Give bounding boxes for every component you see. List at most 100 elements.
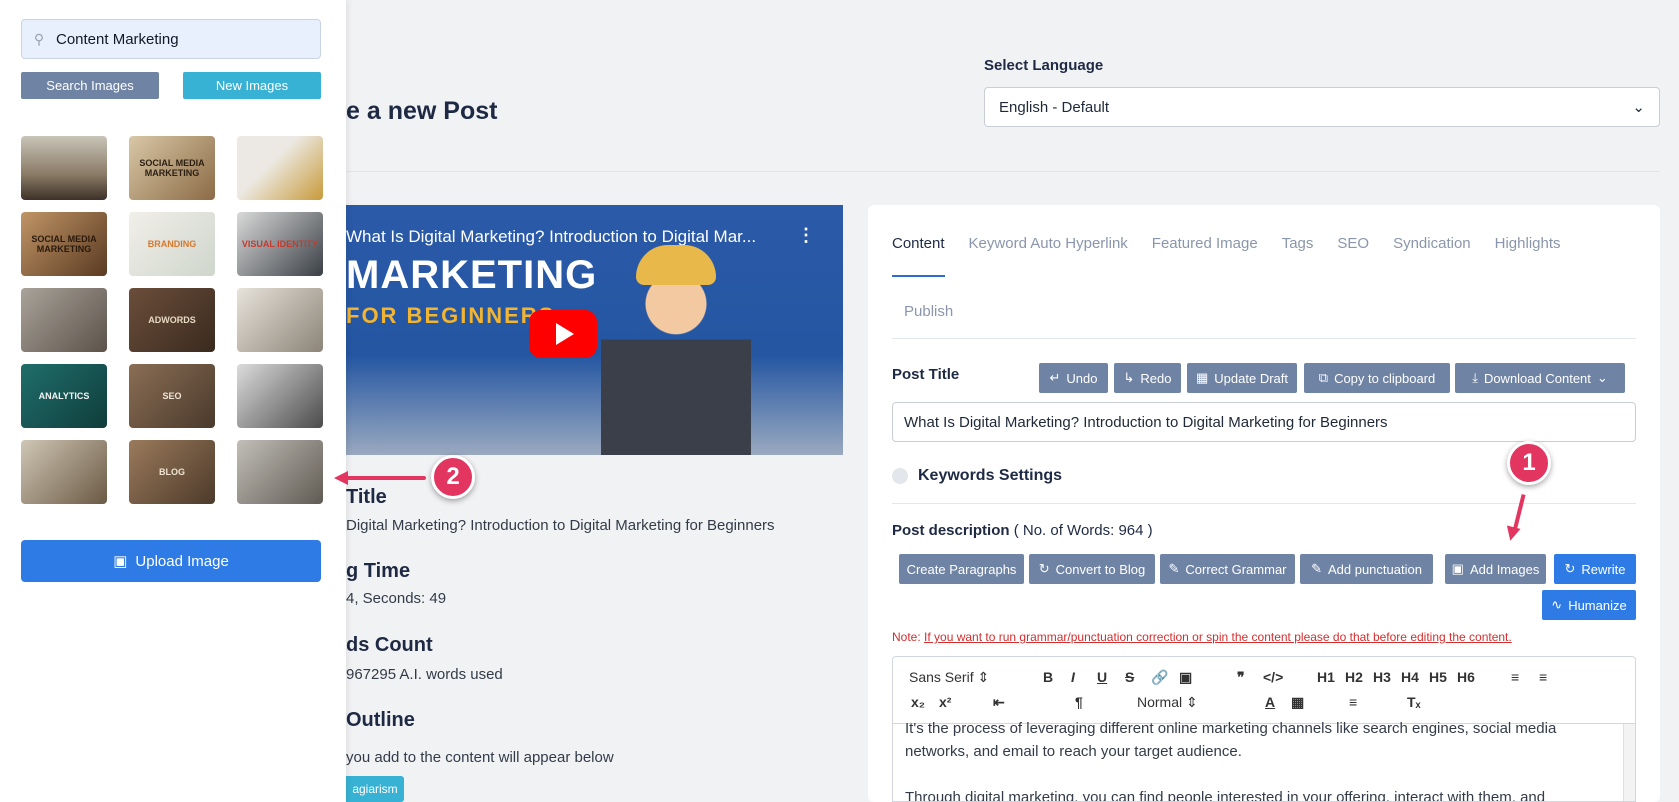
bold-icon[interactable]: B <box>1043 669 1053 685</box>
link-icon[interactable]: 🔗 <box>1151 669 1168 686</box>
tab-publish[interactable]: Publish <box>904 303 953 320</box>
image-thumbnail[interactable] <box>237 288 323 352</box>
info-words-value: 967295 A.I. words used <box>346 666 503 683</box>
note-link[interactable]: If you want to run grammar/punctuation c… <box>924 630 1512 644</box>
word-count: ( No. of Words: 964 ) <box>1013 522 1153 539</box>
tab-content[interactable]: Content <box>892 235 945 277</box>
post-title-input[interactable]: What Is Digital Marketing? Introduction … <box>892 402 1636 442</box>
image-thumbnail[interactable]: ADWORDS <box>129 288 215 352</box>
tab-syndication[interactable]: Syndication <box>1393 235 1471 289</box>
background-color-icon[interactable]: ▦ <box>1291 694 1304 711</box>
image-icon[interactable]: ▣ <box>1179 669 1192 686</box>
h5-icon[interactable]: H5 <box>1429 669 1447 685</box>
image-thumbnail[interactable] <box>21 288 107 352</box>
image-thumbnail[interactable]: BLOG <box>129 440 215 504</box>
keywords-checkbox[interactable] <box>892 468 908 484</box>
image-thumbnail[interactable]: SOCIAL MEDIA MARKETING <box>129 136 215 200</box>
video-title[interactable]: What Is Digital Marketing? Introduction … <box>346 227 786 247</box>
editor-paragraph: It's the process of leveraging different… <box>905 720 1557 737</box>
h3-icon[interactable]: H3 <box>1373 669 1391 685</box>
editor-content[interactable]: It's the process of leveraging different… <box>905 717 1605 801</box>
italic-icon[interactable]: I <box>1071 669 1075 685</box>
copy-label: Copy to clipboard <box>1334 370 1436 386</box>
underline-icon[interactable]: U <box>1097 669 1107 685</box>
download-content-button[interactable]: ⤓ Download Content ⌄ <box>1455 363 1625 393</box>
image-thumbnail[interactable] <box>237 440 323 504</box>
text-size-select[interactable]: Normal ⇕ <box>1137 694 1198 711</box>
editor-tabs: Content Keyword Auto Hyperlink Featured … <box>892 235 1612 289</box>
image-thumbnail[interactable] <box>21 136 107 200</box>
play-icon[interactable] <box>529 310 597 358</box>
create-paragraphs-button[interactable]: Create Paragraphs <box>899 554 1024 584</box>
update-draft-button[interactable]: ▦ Update Draft <box>1187 363 1297 393</box>
language-select[interactable]: English - Default ⌄ <box>984 87 1660 127</box>
subscript-icon[interactable]: x₂ <box>911 694 925 710</box>
info-outline-text: you add to the content will appear below <box>346 749 614 766</box>
copy-to-clipboard-button[interactable]: ⧉ Copy to clipboard <box>1304 363 1450 393</box>
redo-button[interactable]: ↳ Redo <box>1114 363 1181 393</box>
youtube-video[interactable]: What Is Digital Marketing? Introduction … <box>346 205 843 455</box>
h4-icon[interactable]: H4 <box>1401 669 1419 685</box>
image-thumbnail[interactable]: SOCIAL MEDIA MARKETING <box>21 212 107 276</box>
ordered-list-icon[interactable]: ≡ <box>1511 669 1519 685</box>
image-thumbnail[interactable]: SEO <box>129 364 215 428</box>
text-color-icon[interactable]: A <box>1265 694 1275 710</box>
undo-button[interactable]: ↵ Undo <box>1039 363 1108 393</box>
rich-text-editor[interactable]: Sans Serif ⇕ B I U S 🔗 ▣ ❞ </> H1 H2 H3 … <box>892 656 1636 802</box>
add-punctuation-button[interactable]: ✎ Add punctuation <box>1300 554 1433 584</box>
clear-format-icon[interactable]: Tₓ <box>1407 694 1421 710</box>
correct-grammar-button[interactable]: ✎ Correct Grammar <box>1160 554 1295 584</box>
bullet-list-icon[interactable]: ≡ <box>1539 669 1547 685</box>
blockquote-icon[interactable]: ❞ <box>1237 669 1245 686</box>
editor-card: Content Keyword Auto Hyperlink Featured … <box>868 205 1660 802</box>
language-value: English - Default <box>999 98 1110 116</box>
more-vertical-icon[interactable]: ⋮ <box>797 225 815 246</box>
pen-icon: ✎ <box>1311 561 1322 576</box>
plagiarism-button[interactable]: agiarism <box>346 776 404 802</box>
outdent-icon[interactable]: ⇤ <box>993 694 1005 711</box>
image-thumbnail[interactable]: ANALYTICS <box>21 364 107 428</box>
chevron-down-icon: ⌄ <box>1632 99 1645 116</box>
image-thumbnail[interactable] <box>21 440 107 504</box>
image-search-input[interactable]: ⚲ Content Marketing <box>21 19 321 59</box>
strike-icon[interactable]: S <box>1125 669 1134 685</box>
update-draft-label: Update Draft <box>1214 370 1288 386</box>
code-icon[interactable]: </> <box>1263 669 1283 685</box>
convert-label: Convert to Blog <box>1055 561 1146 577</box>
superscript-icon[interactable]: x² <box>939 694 951 710</box>
tab-featured-image[interactable]: Featured Image <box>1152 235 1258 289</box>
h1-icon[interactable]: H1 <box>1317 669 1335 685</box>
convert-to-blog-button[interactable]: ↻ Convert to Blog <box>1029 554 1155 584</box>
image-grid: SOCIAL MEDIA MARKETING SOCIAL MEDIA MARK… <box>21 136 323 504</box>
text-direction-icon[interactable]: ¶ <box>1075 694 1083 710</box>
rewrite-button[interactable]: ↻ Rewrite <box>1554 554 1636 584</box>
redo-label: Redo <box>1140 370 1172 386</box>
h6-icon[interactable]: H6 <box>1457 669 1475 685</box>
new-images-button[interactable]: New Images <box>183 72 321 99</box>
info-words-heading: ds Count <box>346 634 433 656</box>
keywords-settings-toggle[interactable]: Keywords Settings <box>892 467 1062 485</box>
correct-grammar-label: Correct Grammar <box>1185 561 1287 577</box>
font-family-select[interactable]: Sans Serif ⇕ <box>909 669 989 686</box>
tab-seo[interactable]: SEO <box>1337 235 1369 289</box>
tab-keyword-auto-hyperlink[interactable]: Keyword Auto Hyperlink <box>969 235 1128 289</box>
annotation-badge-1: 1 <box>1507 441 1551 485</box>
search-images-button[interactable]: Search Images <box>21 72 159 99</box>
image-thumbnail[interactable]: BRANDING <box>129 212 215 276</box>
image-thumbnail[interactable] <box>237 136 323 200</box>
align-icon[interactable]: ≡ <box>1349 694 1357 710</box>
undo-label: Undo <box>1066 370 1098 386</box>
image-thumbnail[interactable]: VISUAL IDENTITY <box>237 212 323 276</box>
humanize-button[interactable]: ∿ Humanize <box>1542 590 1636 620</box>
tab-highlights[interactable]: Highlights <box>1495 235 1561 289</box>
tabs-divider <box>892 338 1636 339</box>
editor-paragraph: networks, and email to reach your target… <box>905 743 1242 760</box>
tab-tags[interactable]: Tags <box>1282 235 1314 289</box>
refresh-icon: ↻ <box>1564 561 1576 576</box>
editor-scrollbar[interactable] <box>1623 724 1635 801</box>
h2-icon[interactable]: H2 <box>1345 669 1363 685</box>
post-description-title: Post description <box>892 522 1010 539</box>
add-images-button[interactable]: ▣ Add Images <box>1445 554 1546 584</box>
image-thumbnail[interactable] <box>237 364 323 428</box>
upload-image-button[interactable]: ▣ Upload Image <box>21 540 321 582</box>
